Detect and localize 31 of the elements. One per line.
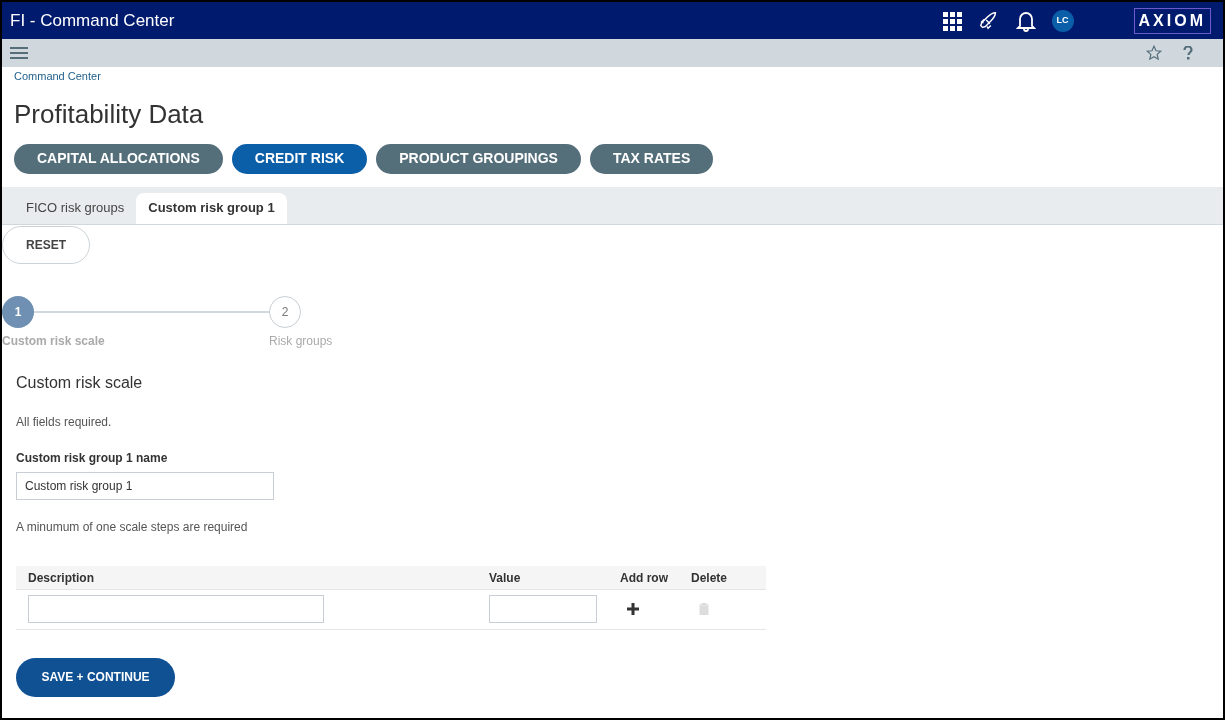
tab[interactable]: Custom risk group 1 [136, 192, 287, 224]
save-continue-button[interactable]: SAVE + CONTINUE [16, 657, 175, 697]
required-note: All fields required. [16, 413, 113, 431]
step-label: Risk groups [269, 332, 333, 350]
nav-button[interactable]: CREDIT RISK [231, 143, 368, 174]
column-header: Delete [691, 571, 728, 585]
value-input[interactable] [489, 595, 597, 623]
nav-button[interactable]: TAX RATES [589, 143, 714, 174]
column-header: Description [28, 571, 94, 585]
column-header: Add row [620, 571, 668, 585]
user-avatar[interactable]: LC [1051, 9, 1074, 32]
apps-grid-icon[interactable] [941, 10, 962, 31]
menu-icon[interactable] [10, 46, 28, 60]
name-input[interactable]: Custom risk group 1 [16, 471, 274, 500]
plus-icon[interactable] [627, 603, 639, 615]
help-icon[interactable] [1183, 46, 1193, 60]
page-title: Profitability Data [14, 97, 205, 131]
app-title: FI - Command Center [10, 9, 175, 32]
nav-button[interactable]: PRODUCT GROUPINGS [376, 143, 581, 174]
nav-button[interactable]: CAPITAL ALLOCATIONS [14, 143, 223, 174]
scale-note: A minumum of one scale steps are required [16, 518, 249, 536]
tab[interactable]: FICO risk groups [14, 192, 137, 224]
section-title: Custom risk scale [16, 372, 144, 393]
column-header: Value [489, 571, 521, 585]
description-input[interactable] [28, 595, 324, 623]
logo: AXIOM [1133, 7, 1211, 34]
field-label: Custom risk group 1 name [16, 449, 169, 467]
bell-icon[interactable] [1015, 9, 1036, 32]
step-label: Custom risk scale [2, 332, 105, 350]
breadcrumb-link[interactable]: Command Center [14, 68, 1211, 85]
star-icon[interactable] [1145, 44, 1163, 62]
